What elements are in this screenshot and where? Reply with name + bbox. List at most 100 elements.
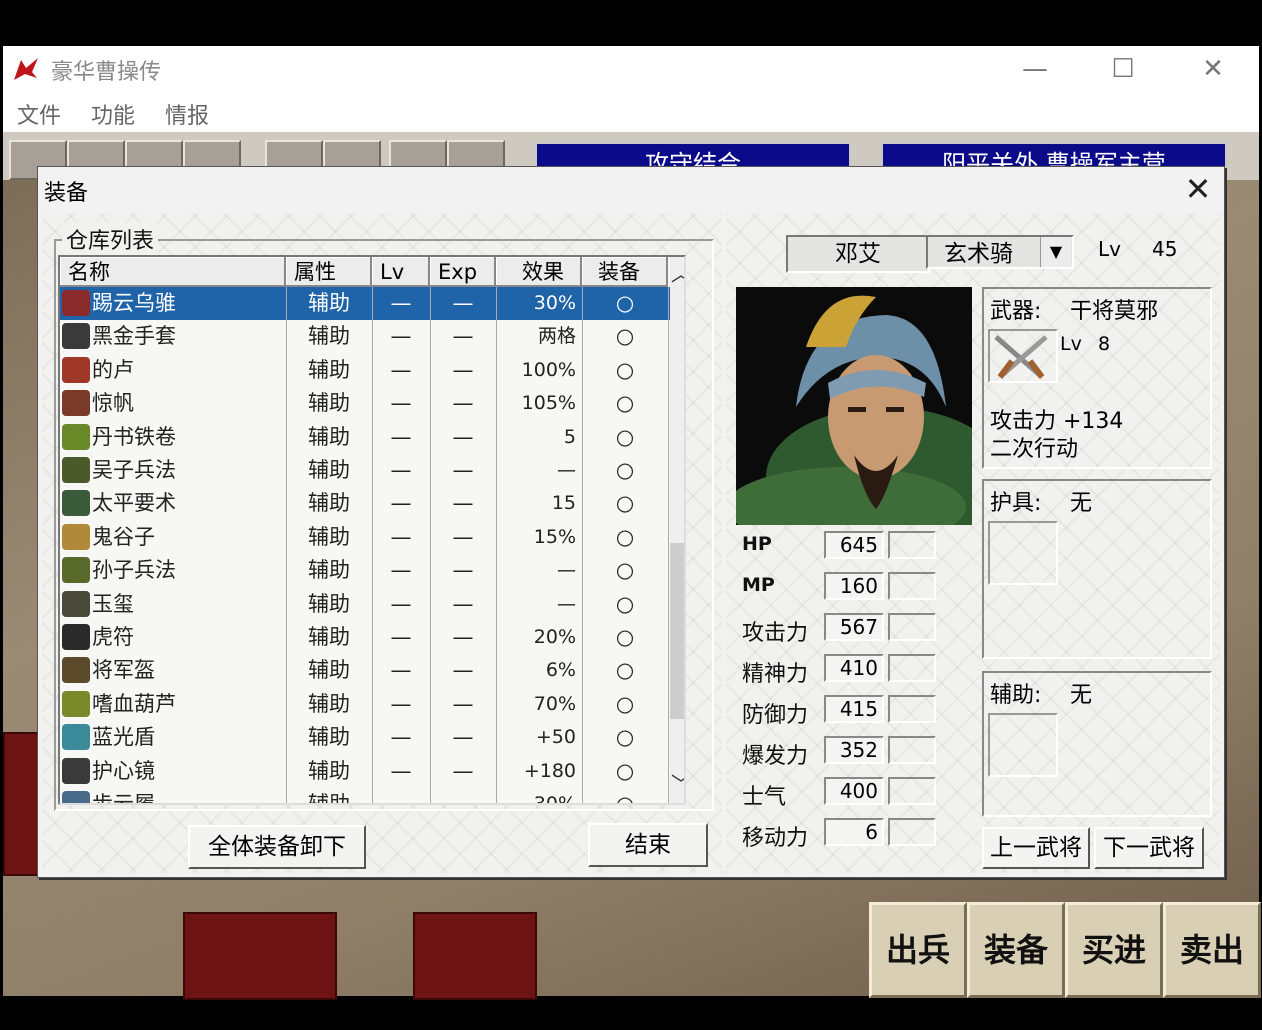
item-lv: —: [390, 491, 412, 516]
item-row[interactable]: 太平要术 辅助 — — 15 ○: [60, 487, 670, 520]
item-equip[interactable]: ○: [582, 387, 668, 420]
item-row[interactable]: 踢云乌骓 辅助 — — 30% ○: [60, 287, 670, 321]
item-lv: —: [390, 658, 412, 683]
sell-button[interactable]: 卖出: [1163, 902, 1261, 998]
scroll-down-icon[interactable]: ﹀: [670, 769, 684, 799]
item-exp: —: [452, 524, 474, 549]
stat-value: 160: [824, 572, 884, 600]
column-divider: [286, 287, 287, 803]
weapon-slot[interactable]: 武器: 干将莫邪 Lv 8 攻击力 +134 二次行动: [982, 287, 1212, 469]
item-row[interactable]: 步云履 辅助 — — 30% ○: [60, 788, 670, 803]
col-header-equip[interactable]: 装备: [582, 257, 668, 287]
stat-label: 移动力: [742, 826, 809, 851]
item-row[interactable]: 惊帆 辅助 — — 105% ○: [60, 387, 670, 420]
item-equip[interactable]: ○: [582, 755, 668, 788]
col-header-exp[interactable]: Exp: [430, 257, 496, 287]
stat-value: 352: [824, 736, 884, 764]
dialog-close-button[interactable]: ✕: [1178, 169, 1218, 209]
col-header-name[interactable]: 名称: [60, 257, 286, 287]
item-row[interactable]: 吴子兵法 辅助 — — — ○: [60, 454, 670, 487]
item-row[interactable]: 虎符 辅助 — — 20% ○: [60, 621, 670, 654]
item-attr: 辅助: [308, 324, 350, 349]
item-equip[interactable]: ○: [582, 287, 668, 320]
equip-dialog: 装备 ✕ 仓库列表 名称 属性 Lv Exp 效果 装备 踢云乌骓 辅助 — —30%…: [37, 166, 1225, 878]
item-name: 踢云乌骓: [92, 291, 176, 315]
item-effect: 15: [551, 492, 576, 515]
item-row[interactable]: 蓝光盾 辅助 — — +50 ○: [60, 721, 670, 754]
item-equip[interactable]: ○: [582, 588, 668, 621]
item-equip[interactable]: ○: [582, 654, 668, 687]
item-name: 嗜血葫芦: [92, 691, 176, 716]
warehouse-panel: 仓库列表 名称 属性 Lv Exp 效果 装备 踢云乌骓 辅助 — —30% ○ 黑金手套…: [42, 213, 722, 873]
item-equip[interactable]: ○: [582, 487, 668, 520]
item-lv: —: [390, 758, 412, 783]
menu-function[interactable]: 功能: [91, 98, 135, 130]
chevron-down-icon[interactable]: ▼: [1040, 237, 1071, 267]
weapon-icon-frame: [988, 329, 1058, 383]
item-equip[interactable]: ○: [582, 421, 668, 454]
prev-general-button[interactable]: 上一武将: [982, 827, 1090, 869]
item-equip[interactable]: ○: [582, 454, 668, 487]
item-equip[interactable]: ○: [582, 621, 668, 654]
buy-button[interactable]: 买进: [1065, 902, 1163, 998]
item-equip[interactable]: ○: [582, 354, 668, 387]
column-divider: [668, 287, 669, 803]
item-attr: 辅助: [308, 524, 350, 549]
column-divider: [372, 287, 373, 803]
item-attr: 辅助: [308, 291, 350, 315]
dialog-title: 装备: [44, 181, 89, 206]
col-header-lv[interactable]: Lv: [372, 257, 430, 287]
item-row[interactable]: 嗜血葫芦 辅助 — — 70% ○: [60, 688, 670, 721]
item-row[interactable]: 玉玺 辅助 — — — ○: [60, 588, 670, 621]
portrait-image: [736, 287, 972, 525]
scroll-thumb[interactable]: [670, 543, 684, 719]
scroll-up-icon[interactable]: ︿: [670, 259, 684, 289]
armor-icon-frame: [988, 521, 1058, 585]
close-button[interactable]: ✕: [1183, 52, 1243, 86]
minimize-button[interactable]: —: [1005, 52, 1065, 86]
armor-slot[interactable]: 护具: 无: [982, 479, 1212, 659]
item-equip[interactable]: ○: [582, 521, 668, 554]
item-row[interactable]: 的卢 辅助 — — 100% ○: [60, 354, 670, 387]
stat-bar: [888, 695, 936, 723]
accessory-slot[interactable]: 辅助: 无: [982, 671, 1212, 817]
unequip-all-button[interactable]: 全体装备卸下: [188, 825, 366, 869]
item-list[interactable]: 名称 属性 Lv Exp 效果 装备 踢云乌骓 辅助 — —30% ○ 黑金手套 辅助 — — 两…: [58, 255, 686, 805]
item-row[interactable]: 黑金手套 辅助 — — 两格 ○: [60, 320, 670, 353]
item-row[interactable]: 护心镜 辅助 — — +180 ○: [60, 755, 670, 788]
column-divider: [582, 287, 583, 803]
item-effect: 15%: [533, 525, 576, 548]
item-row[interactable]: 鬼谷子 辅助 — — 15% ○: [60, 521, 670, 554]
stat-bar: [888, 736, 936, 764]
item-row[interactable]: 孙子兵法 辅助 — — — ○: [60, 554, 670, 587]
item-icon: [62, 290, 90, 316]
deploy-button[interactable]: 出兵: [869, 902, 967, 998]
col-header-effect[interactable]: 效果: [496, 257, 582, 287]
list-scrollbar[interactable]: ︿ ﹀: [670, 257, 684, 803]
next-general-button[interactable]: 下一武将: [1094, 827, 1204, 869]
item-equip[interactable]: ○: [582, 788, 668, 803]
item-name: 玉玺: [92, 591, 134, 616]
item-equip[interactable]: ○: [582, 320, 668, 353]
stat-bar: [888, 818, 936, 846]
item-equip[interactable]: ○: [582, 721, 668, 754]
item-equip[interactable]: ○: [582, 688, 668, 721]
item-row[interactable]: 将军盔 辅助 — — 6% ○: [60, 654, 670, 687]
item-row[interactable]: 丹书铁卷 辅助 — — 5 ○: [60, 421, 670, 454]
item-equip[interactable]: ○: [582, 554, 668, 587]
finish-button[interactable]: 结束: [588, 823, 708, 867]
menu-intel[interactable]: 情报: [165, 98, 209, 130]
item-attr: 辅助: [308, 558, 350, 583]
maximize-button[interactable]: ☐: [1093, 52, 1153, 86]
item-lv: —: [390, 324, 412, 349]
equip-button[interactable]: 装备: [967, 902, 1065, 998]
item-name: 的卢: [92, 357, 134, 382]
swords-icon: [994, 335, 1048, 379]
item-attr: 辅助: [308, 758, 350, 783]
item-rows: 踢云乌骓 辅助 — —30% ○ 黑金手套 辅助 — — 两格 ○ 的卢 辅助 — —100% ○ 惊帆 辅助 — —…: [60, 287, 670, 803]
col-header-attr[interactable]: 属性: [286, 257, 372, 287]
item-effect: +180: [523, 759, 576, 782]
menu-file[interactable]: 文件: [17, 98, 61, 130]
general-name: 邓艾: [786, 235, 930, 273]
item-exp: —: [452, 725, 474, 750]
